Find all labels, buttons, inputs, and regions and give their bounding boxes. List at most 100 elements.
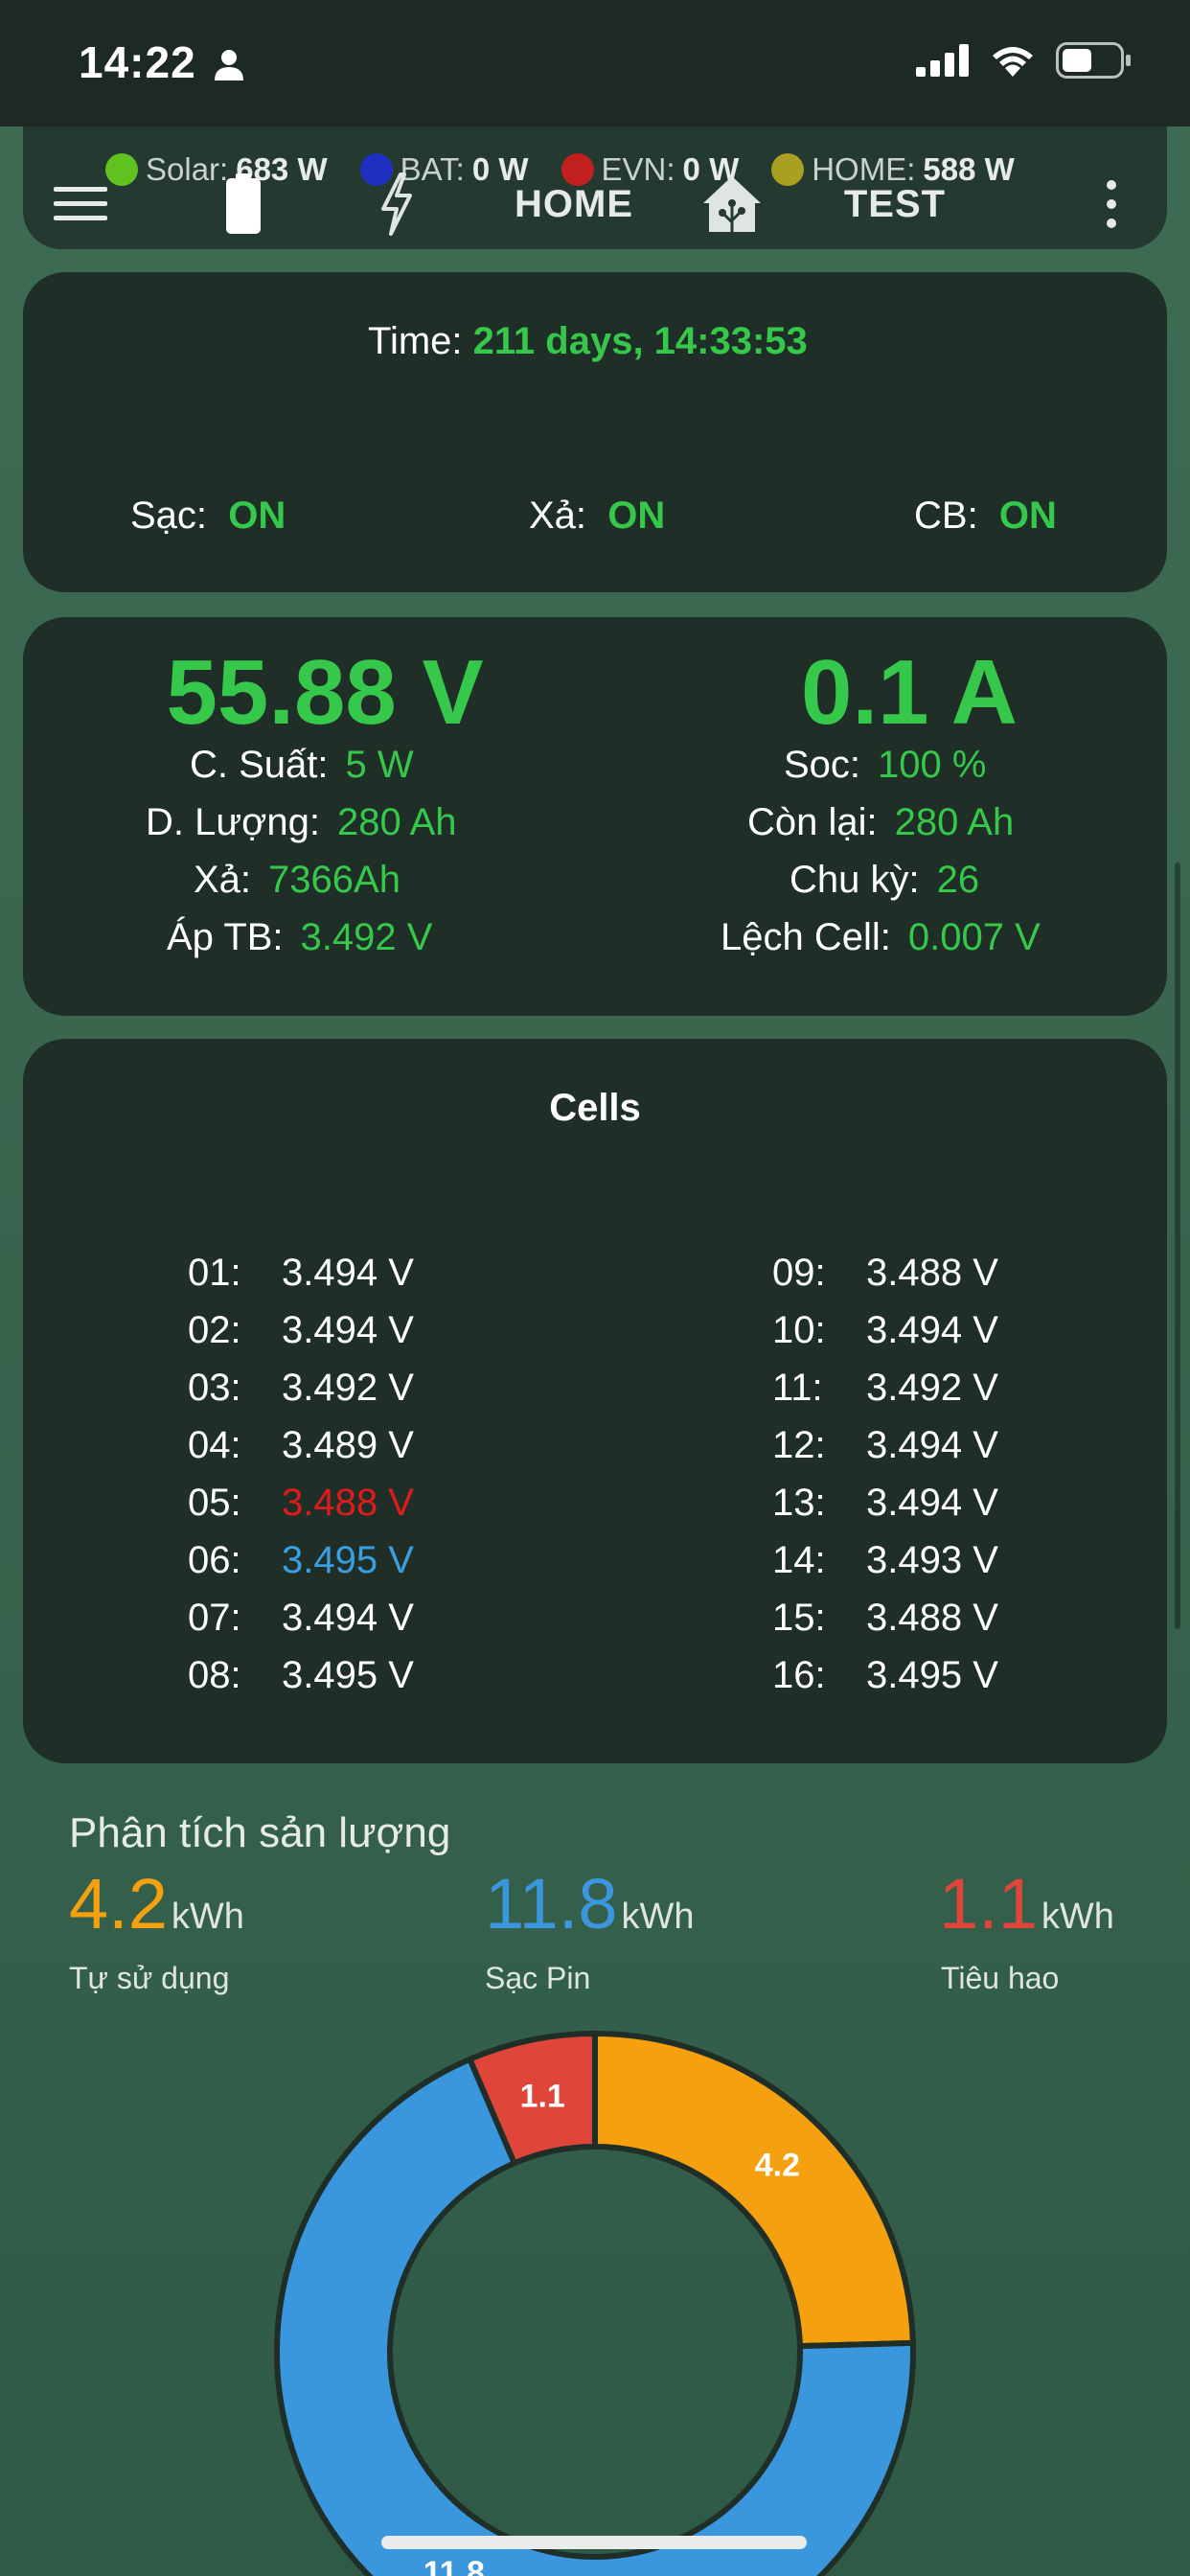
uptime-line: Time: 211 days, 14:33:53 bbox=[368, 320, 808, 362]
home-indicator[interactable] bbox=[381, 2536, 807, 2549]
tab-home[interactable]: HOME bbox=[473, 171, 675, 238]
donut-slice[interactable] bbox=[592, 2030, 916, 2350]
cell-index: 11: bbox=[772, 1367, 823, 1409]
cell-voltage: 3.488 V bbox=[866, 1597, 998, 1639]
battery-icon bbox=[1056, 42, 1131, 79]
cell-index: 02: bbox=[188, 1309, 241, 1351]
power-row: C. Suất: 5 W bbox=[190, 744, 414, 786]
cell-voltage-row: 10: 3.494 V bbox=[772, 1309, 998, 1352]
cell-voltage-row: 03: 3.492 V bbox=[188, 1367, 414, 1410]
more-vertical-icon bbox=[1107, 180, 1116, 228]
cell-voltage-row: 04: 3.489 V bbox=[188, 1424, 414, 1467]
avg-voltage-row: Áp TB: 3.492 V bbox=[167, 916, 433, 958]
cell-index: 01: bbox=[188, 1252, 241, 1294]
cell-voltage-row: 09: 3.488 V bbox=[772, 1252, 998, 1295]
status-time: 14:22 bbox=[79, 37, 196, 87]
cell-voltage-row: 11: 3.492 V bbox=[772, 1367, 998, 1410]
tab-power[interactable] bbox=[349, 171, 445, 238]
menu-button[interactable] bbox=[52, 171, 109, 238]
voltage-value: 55.88 V bbox=[166, 641, 484, 744]
discharged-row: Xả: 7366Ah bbox=[194, 859, 400, 901]
cell-voltage-row: 14: 3.493 V bbox=[772, 1539, 998, 1582]
cell-voltage: 3.495 V bbox=[282, 1654, 414, 1696]
cell-index: 07: bbox=[188, 1597, 241, 1639]
cell-voltage: 3.492 V bbox=[866, 1367, 998, 1409]
self-use-metric: 4.2 kWh bbox=[69, 1864, 244, 1944]
scrollbar[interactable] bbox=[1175, 862, 1180, 1629]
cell-voltage: 3.494 V bbox=[282, 1309, 414, 1351]
analysis-title: Phân tích sản lượng bbox=[69, 1809, 451, 1856]
cell-index: 16: bbox=[772, 1654, 826, 1696]
cell-voltage-row: 16: 3.495 V bbox=[772, 1654, 998, 1697]
capacity-row: D. Lượng: 280 Ah bbox=[146, 801, 457, 843]
more-options-button[interactable] bbox=[1092, 171, 1131, 238]
cellular-signal-icon bbox=[916, 44, 969, 77]
cell-index: 06: bbox=[188, 1539, 241, 1581]
discharge-status: Xả: ON bbox=[529, 494, 666, 537]
soc-row: Soc: 100 % bbox=[784, 744, 987, 786]
energy-donut-chart: 4.2 11.8 1.1 bbox=[274, 2030, 916, 2576]
cell-voltage: 3.492 V bbox=[282, 1367, 414, 1409]
cycles-row: Chu kỳ: 26 bbox=[790, 859, 980, 901]
home-assistant-icon bbox=[703, 176, 761, 232]
cell-voltage: 3.494 V bbox=[282, 1597, 414, 1639]
tab-home-assistant[interactable] bbox=[684, 171, 780, 238]
cell-voltage: 3.489 V bbox=[282, 1424, 414, 1466]
cell-voltage-row: 15: 3.488 V bbox=[772, 1597, 998, 1640]
cell-index: 12: bbox=[772, 1424, 826, 1466]
cell-voltage-row: 02: 3.494 V bbox=[188, 1309, 414, 1352]
hamburger-menu-icon bbox=[54, 187, 107, 220]
battery-tab-icon bbox=[226, 173, 261, 234]
consumption-label: Tiêu hao bbox=[941, 1961, 1060, 1995]
cells-card: Cells 01: 3.494 V 02: 3.494 V 03: 3.492 V 04: 3… bbox=[23, 1039, 1167, 1763]
cell-voltage-row: 13: 3.494 V bbox=[772, 1482, 998, 1525]
cell-index: 03: bbox=[188, 1367, 241, 1409]
cell-index: 15: bbox=[772, 1597, 826, 1639]
cell-voltage: 3.494 V bbox=[866, 1424, 998, 1466]
person-icon bbox=[215, 50, 243, 80]
cell-voltage: 3.494 V bbox=[282, 1252, 414, 1294]
cell-voltage: 3.493 V bbox=[866, 1539, 998, 1581]
consumption-metric: 1.1 kWh bbox=[939, 1864, 1114, 1944]
cell-index: 10: bbox=[772, 1309, 826, 1351]
status-card: Time: 211 days, 14:33:53 Sạc: ON Xả: ON … bbox=[23, 272, 1167, 592]
cell-index: 09: bbox=[772, 1252, 826, 1294]
wifi-icon bbox=[993, 47, 1033, 77]
battery-card: 55.88 V 0.1 A C. Suất: 5 W D. Lượng: 280… bbox=[23, 617, 1167, 1016]
cells-title: Cells bbox=[549, 1087, 641, 1129]
battery-charge-label: Sạc Pin bbox=[485, 1961, 591, 1995]
cell-index: 14: bbox=[772, 1539, 826, 1581]
cell-index: 05: bbox=[188, 1482, 241, 1524]
cell-voltage-row: 07: 3.494 V bbox=[188, 1597, 414, 1640]
donut-slice-label: 4.2 bbox=[755, 2147, 800, 2183]
cell-voltage: 3.488 V bbox=[866, 1252, 998, 1294]
cell-voltage: 3.494 V bbox=[866, 1482, 998, 1524]
cell-index: 08: bbox=[188, 1654, 241, 1696]
cell-voltage: 3.495 V bbox=[282, 1539, 414, 1581]
cell-voltage-row: 06: 3.495 V bbox=[188, 1539, 414, 1582]
status-bar: 14:22 bbox=[0, 0, 1190, 126]
self-use-label: Tự sử dụng bbox=[69, 1961, 230, 1995]
cell-voltage-row: 01: 3.494 V bbox=[188, 1252, 414, 1295]
battery-charge-metric: 11.8 kWh bbox=[485, 1864, 695, 1944]
cell-voltage: 3.488 V bbox=[282, 1482, 414, 1524]
cell-voltage-row: 12: 3.494 V bbox=[772, 1424, 998, 1467]
uptime-value: 211 days, 14:33:53 bbox=[472, 320, 808, 362]
cell-index: 04: bbox=[188, 1424, 241, 1466]
cell-index: 13: bbox=[772, 1482, 826, 1524]
charge-status: Sạc: ON bbox=[130, 494, 286, 537]
current-value: 0.1 A bbox=[801, 641, 1018, 744]
cell-voltage-row: 08: 3.495 V bbox=[188, 1654, 414, 1697]
remaining-row: Còn lại: 280 Ah bbox=[747, 801, 1015, 843]
breaker-status: CB: ON bbox=[914, 494, 1057, 537]
donut-slice-label: 11.8 bbox=[423, 2555, 485, 2576]
cell-voltage-row: 05: 3.488 V bbox=[188, 1482, 414, 1525]
cell-delta-row: Lệch Cell: 0.007 V bbox=[721, 916, 1041, 958]
cell-voltage: 3.494 V bbox=[866, 1309, 998, 1351]
tab-battery[interactable] bbox=[195, 171, 291, 238]
donut-slice-label: 1.1 bbox=[520, 2079, 565, 2115]
tab-bar: HOME TEST bbox=[23, 171, 1167, 238]
cell-voltage: 3.495 V bbox=[866, 1654, 998, 1696]
lightning-icon bbox=[381, 172, 412, 236]
tab-test[interactable]: TEST bbox=[799, 171, 991, 238]
